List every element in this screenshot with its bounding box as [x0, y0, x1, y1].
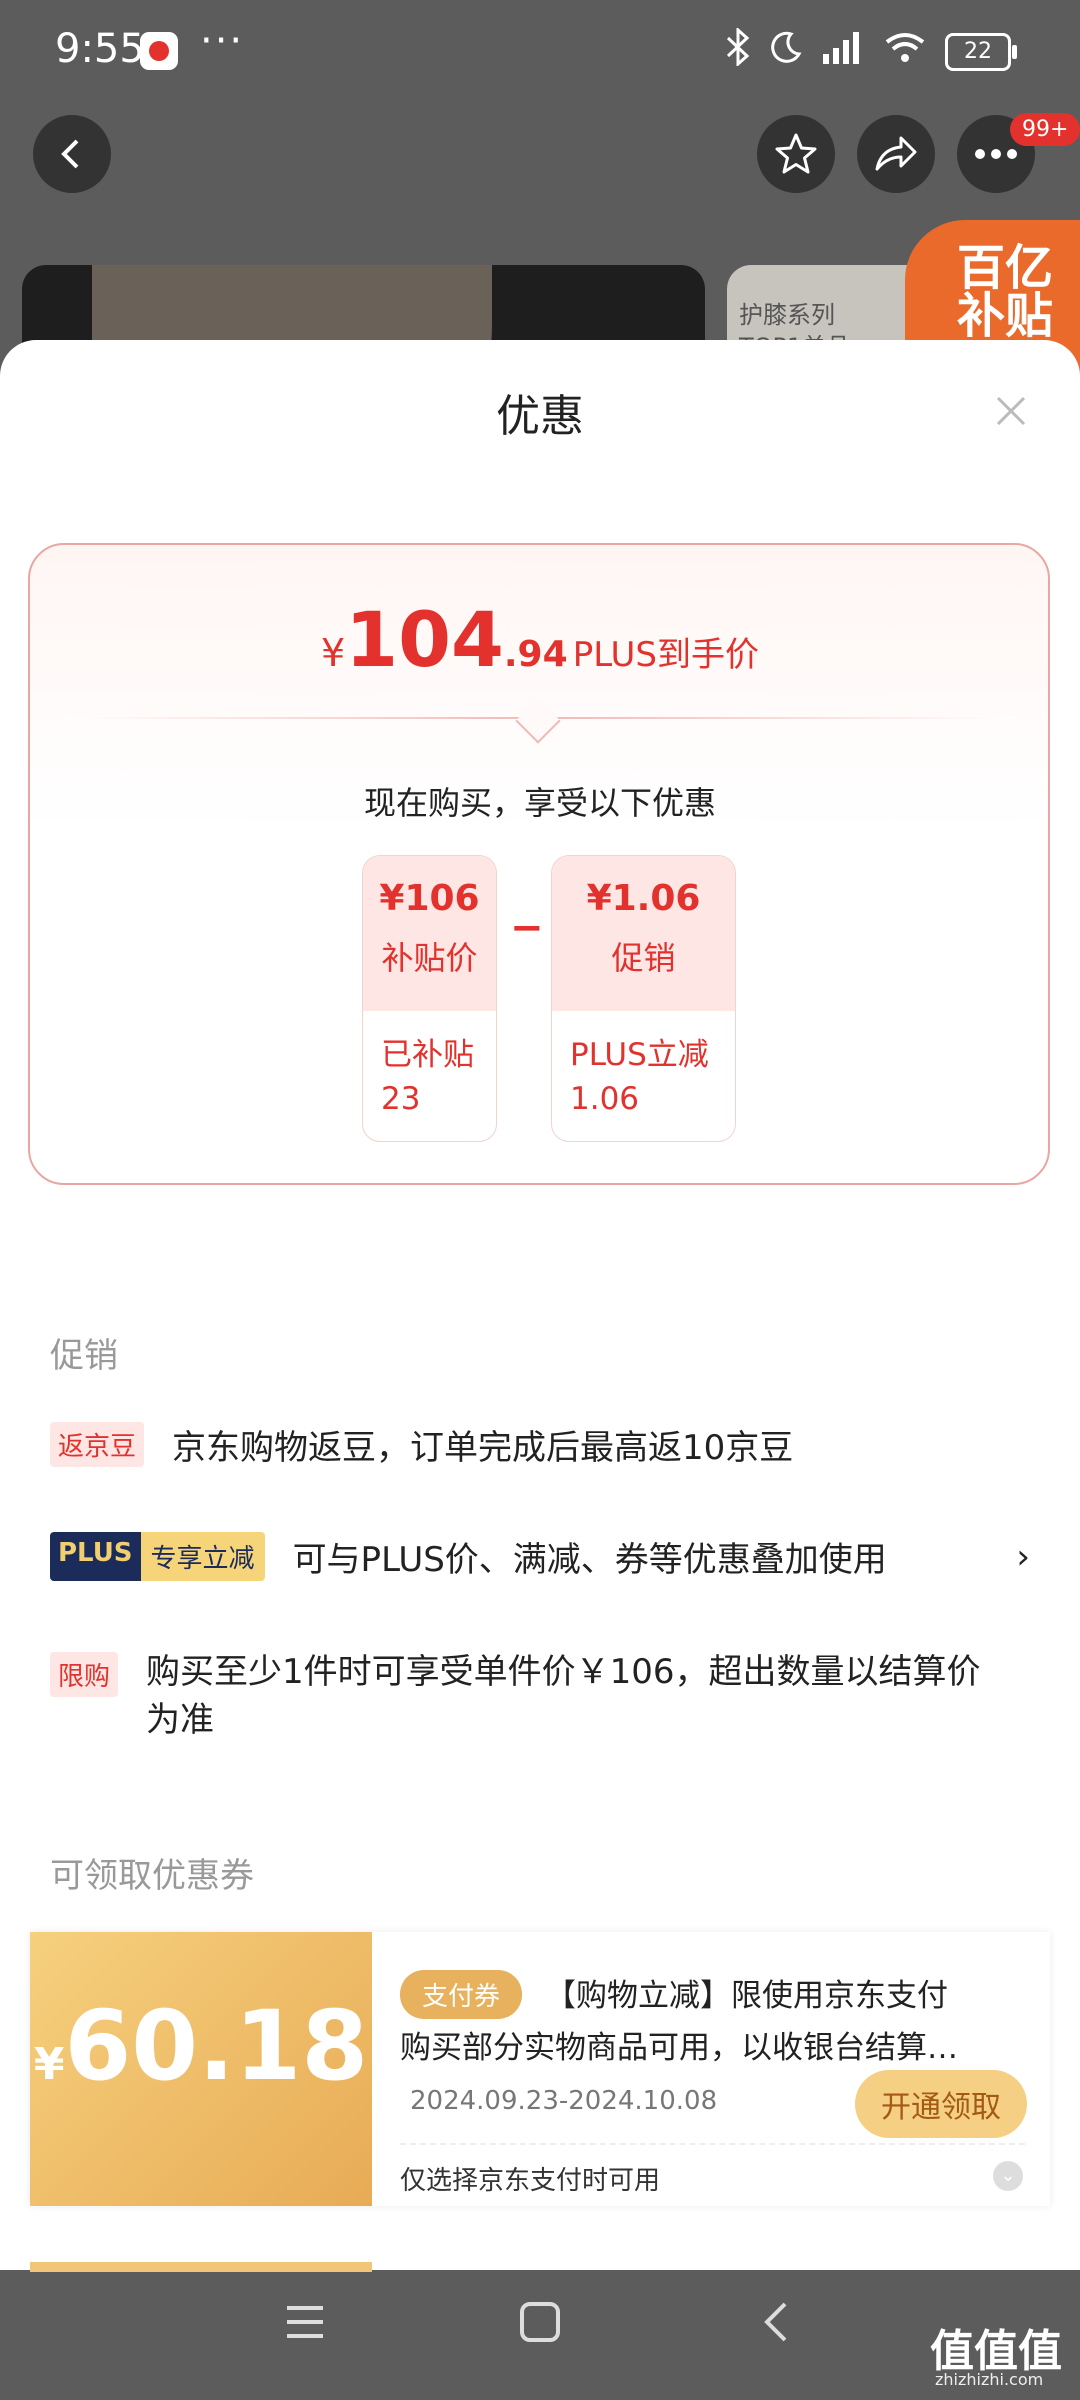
price-decimal: .94 [503, 634, 568, 675]
menu-icon[interactable] [283, 2300, 327, 2356]
share-icon [875, 136, 917, 171]
plus-tag-label: PLUS [50, 1532, 141, 1581]
message-count-badge: 99+ [1010, 113, 1080, 146]
back-nav-icon[interactable] [755, 2300, 799, 2356]
promo-row-text-line2: 为准 [146, 1700, 215, 1740]
coupon-validity: 2024.09.23-2024.10.08 [410, 2086, 718, 2116]
status-time: 9:55 [55, 26, 145, 72]
buy-hint: 现在购买，享受以下优惠 [363, 784, 716, 822]
minus-sign: − [510, 905, 544, 951]
battery-icon: 22 [945, 32, 1017, 71]
subsidy-label: 补贴价 [381, 939, 478, 977]
subsidy-badge-line1: 百亿 [956, 240, 1053, 296]
star-icon [775, 133, 817, 174]
plus-final-price: ¥104.94 PLUS到手价 [0, 595, 1080, 684]
promotion-box: ¥1.06 促销 PLUS立减 1.06 [551, 855, 736, 1142]
coupon-title: 【购物立减】限使用京东支付 [545, 1978, 948, 2014]
promo-row-text: 可与PLUS价、满减、券等优惠叠加使用 [292, 1540, 887, 1580]
dnd-moon-icon [769, 30, 803, 73]
promo-row-text: 京东购物返豆，订单完成后最高返10京豆 [172, 1428, 794, 1468]
watermark-url: zhizhizhi.com [935, 2370, 1044, 2389]
plus-exclusive-tag: PLUS 专享立减 [50, 1532, 265, 1581]
close-button[interactable] [995, 383, 1027, 439]
purchase-limit-tag: 限购 [50, 1652, 119, 1697]
price-integer: 104 [345, 595, 504, 684]
jingdou-tag: 返京豆 [50, 1422, 145, 1467]
promo-row-plus[interactable]: PLUS 专享立减 可与PLUS价、满减、券等优惠叠加使用 › [50, 1532, 1030, 1581]
side-banner-text: 护膝系列 [739, 301, 835, 329]
close-icon [996, 396, 1026, 426]
more-dots-icon [975, 149, 1017, 159]
more-notifications-icon: ··· [200, 18, 245, 64]
favorite-button[interactable] [757, 115, 835, 193]
currency-symbol: ¥ [321, 631, 346, 675]
price-label: PLUS到手价 [572, 635, 759, 675]
payment-coupon-tag: 支付券 [400, 1970, 523, 2019]
coupon-divider [400, 2143, 1025, 2145]
signal-icon [821, 30, 865, 73]
chevron-left-icon [61, 139, 79, 169]
coupon-description: 购买部分实物商品可用，以收银台结算为准 [400, 2030, 970, 2066]
coupon-value: 60.18 [64, 1990, 369, 2102]
promo-row-limit: 限购 购买至少1件时可享受单件价￥106，超出数量以结算价 为准 [50, 1648, 1040, 1744]
promo-row-text: 购买至少1件时可享受单件价￥106，超出数量以结算价 为准 [146, 1648, 981, 1744]
claim-coupon-button[interactable]: 开通领取 [855, 2070, 1027, 2138]
plus-tag-desc: 专享立减 [140, 1532, 265, 1581]
promo-row-text-line1: 购买至少1件时可享受单件价￥106，超出数量以结算价 [146, 1652, 981, 1692]
coupon-note: 仅选择京东支付时可用 [400, 2166, 661, 2196]
share-button[interactable] [857, 115, 935, 193]
subsidy-price-box: ¥106 补贴价 已补贴 23 [362, 855, 497, 1142]
chevron-right-icon: › [1016, 1536, 1030, 1577]
back-button[interactable] [33, 115, 111, 193]
expand-chevron-icon[interactable]: ⌄ [993, 2161, 1023, 2191]
promo-heading: 促销 [50, 1336, 118, 1376]
coupon-amount: ¥60.18 [30, 1990, 372, 2102]
coupon-currency: ¥ [33, 2039, 65, 2090]
subsidy-detail: 已补贴 [381, 1037, 474, 1073]
wifi-icon [883, 30, 927, 73]
status-bar: 9:55 ··· 22 [0, 0, 1080, 100]
status-icons: 22 [725, 26, 1017, 75]
promotion-detail: PLUS立减 [570, 1037, 709, 1073]
app-notification-icon [140, 32, 178, 70]
bluetooth-icon [725, 26, 751, 75]
promotion-detail-value: 1.06 [570, 1081, 640, 1117]
subsidy-amount: ¥106 [379, 878, 480, 919]
promo-row-jingdou: 返京豆 京东购物返豆，订单完成后最高返10京豆 [50, 1420, 793, 1469]
coupons-heading: 可领取优惠券 [50, 1856, 254, 1896]
promotion-amount: ¥1.06 [586, 878, 701, 919]
sheet-title: 优惠 [496, 391, 584, 442]
subsidy-detail-value: 23 [381, 1081, 421, 1117]
subsidy-badge-line2: 补贴 [956, 288, 1053, 344]
home-icon[interactable] [518, 2300, 562, 2356]
promotion-label: 促销 [611, 939, 676, 977]
